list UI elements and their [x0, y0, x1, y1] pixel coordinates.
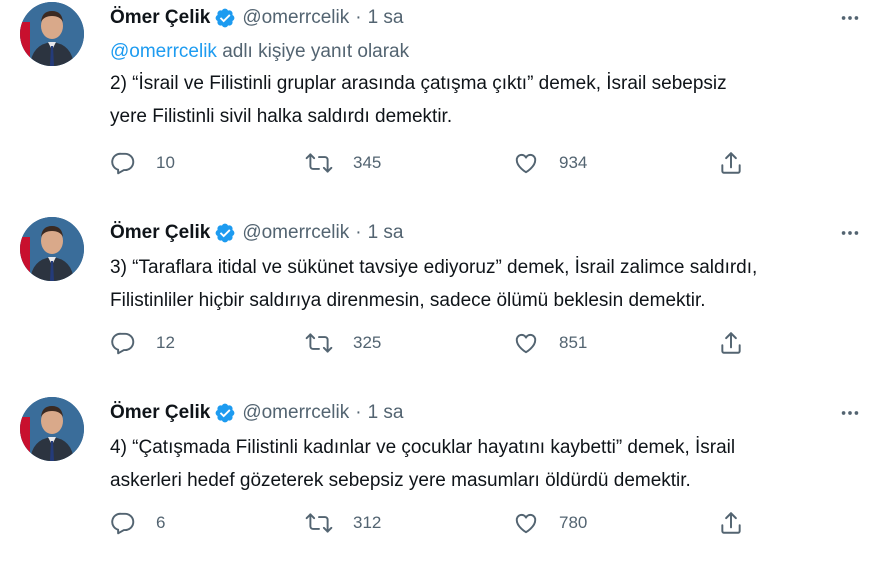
reply-button[interactable]: 10: [110, 150, 175, 176]
share-upload-icon: [718, 510, 744, 536]
tweet-actions: 10 345 934: [110, 150, 750, 180]
author-handle[interactable]: @omerrcelik: [242, 402, 349, 424]
heart-icon: [513, 330, 539, 356]
like-count: 934: [559, 153, 588, 172]
replying-to: @omerrcelik adlı kişiye yanıt olarak: [110, 37, 862, 67]
tweet-text: 4) “Çatışmada Filistinli kadınlar ve çoc…: [110, 437, 736, 491]
like-button[interactable]: 780: [513, 510, 587, 536]
share-button[interactable]: [718, 150, 744, 176]
tweet-actions: 6 312 780: [110, 510, 750, 540]
share-upload-icon: [718, 150, 744, 176]
share-button[interactable]: [718, 330, 744, 356]
tweet[interactable]: Ömer Çelik @omerrcelik · 1 sa @omerrceli…: [0, 0, 882, 180]
avatar[interactable]: [20, 2, 84, 66]
reply-bubble-icon: [110, 330, 136, 356]
separator-dot: ·: [355, 402, 362, 423]
like-button[interactable]: 851: [513, 330, 587, 356]
retweet-button[interactable]: 325: [305, 330, 381, 356]
reply-button[interactable]: 6: [110, 510, 165, 536]
timestamp[interactable]: 1 sa: [368, 402, 404, 424]
share-upload-icon: [718, 330, 744, 356]
tweet-actions: 12 325 851: [110, 330, 750, 360]
author-name[interactable]: Ömer Çelik: [110, 7, 210, 29]
retweet-count: 312: [353, 513, 382, 532]
avatar[interactable]: [20, 217, 84, 281]
retweet-button[interactable]: 312: [305, 510, 381, 536]
reply-count: 10: [156, 153, 175, 172]
reply-count: 6: [156, 513, 166, 532]
author-handle[interactable]: @omerrcelik: [242, 7, 349, 29]
tweet-text: 3) “Taraflara itidal ve sükünet tavsiye …: [110, 257, 758, 311]
reply-count: 12: [156, 333, 175, 352]
timestamp[interactable]: 1 sa: [368, 7, 404, 29]
verified-badge-icon: [214, 402, 236, 424]
tweet[interactable]: Ömer Çelik @omerrcelik · 1 sa 4) “Çatışm…: [0, 395, 882, 575]
retweet-icon: [305, 330, 333, 356]
retweet-icon: [305, 510, 333, 536]
heart-icon: [513, 150, 539, 176]
avatar[interactable]: [20, 397, 84, 461]
tweet-text: 2) “İsrail ve Filistinli gruplar arasınd…: [110, 73, 727, 127]
more-horizontal-icon[interactable]: [838, 6, 862, 30]
retweet-count: 345: [353, 153, 382, 172]
reply-mention-link[interactable]: @omerrcelik: [110, 41, 217, 62]
timestamp[interactable]: 1 sa: [368, 222, 404, 244]
verified-badge-icon: [214, 7, 236, 29]
separator-dot: ·: [355, 7, 362, 28]
verified-badge-icon: [214, 222, 236, 244]
retweet-button[interactable]: 345: [305, 150, 381, 176]
more-horizontal-icon[interactable]: [838, 401, 862, 425]
author-name[interactable]: Ömer Çelik: [110, 222, 210, 244]
retweet-count: 325: [353, 333, 382, 352]
like-count: 780: [559, 513, 588, 532]
more-horizontal-icon[interactable]: [838, 221, 862, 245]
like-button[interactable]: 934: [513, 150, 587, 176]
reply-suffix: adlı kişiye yanıt olarak: [216, 41, 410, 62]
heart-icon: [513, 510, 539, 536]
retweet-icon: [305, 150, 333, 176]
reply-button[interactable]: 12: [110, 330, 175, 356]
reply-bubble-icon: [110, 510, 136, 536]
author-handle[interactable]: @omerrcelik: [242, 222, 349, 244]
share-button[interactable]: [718, 510, 744, 536]
author-name[interactable]: Ömer Çelik: [110, 402, 210, 424]
tweet[interactable]: Ömer Çelik @omerrcelik · 1 sa 3) “Tarafl…: [0, 215, 882, 395]
like-count: 851: [559, 333, 588, 352]
reply-bubble-icon: [110, 150, 136, 176]
separator-dot: ·: [355, 222, 362, 243]
